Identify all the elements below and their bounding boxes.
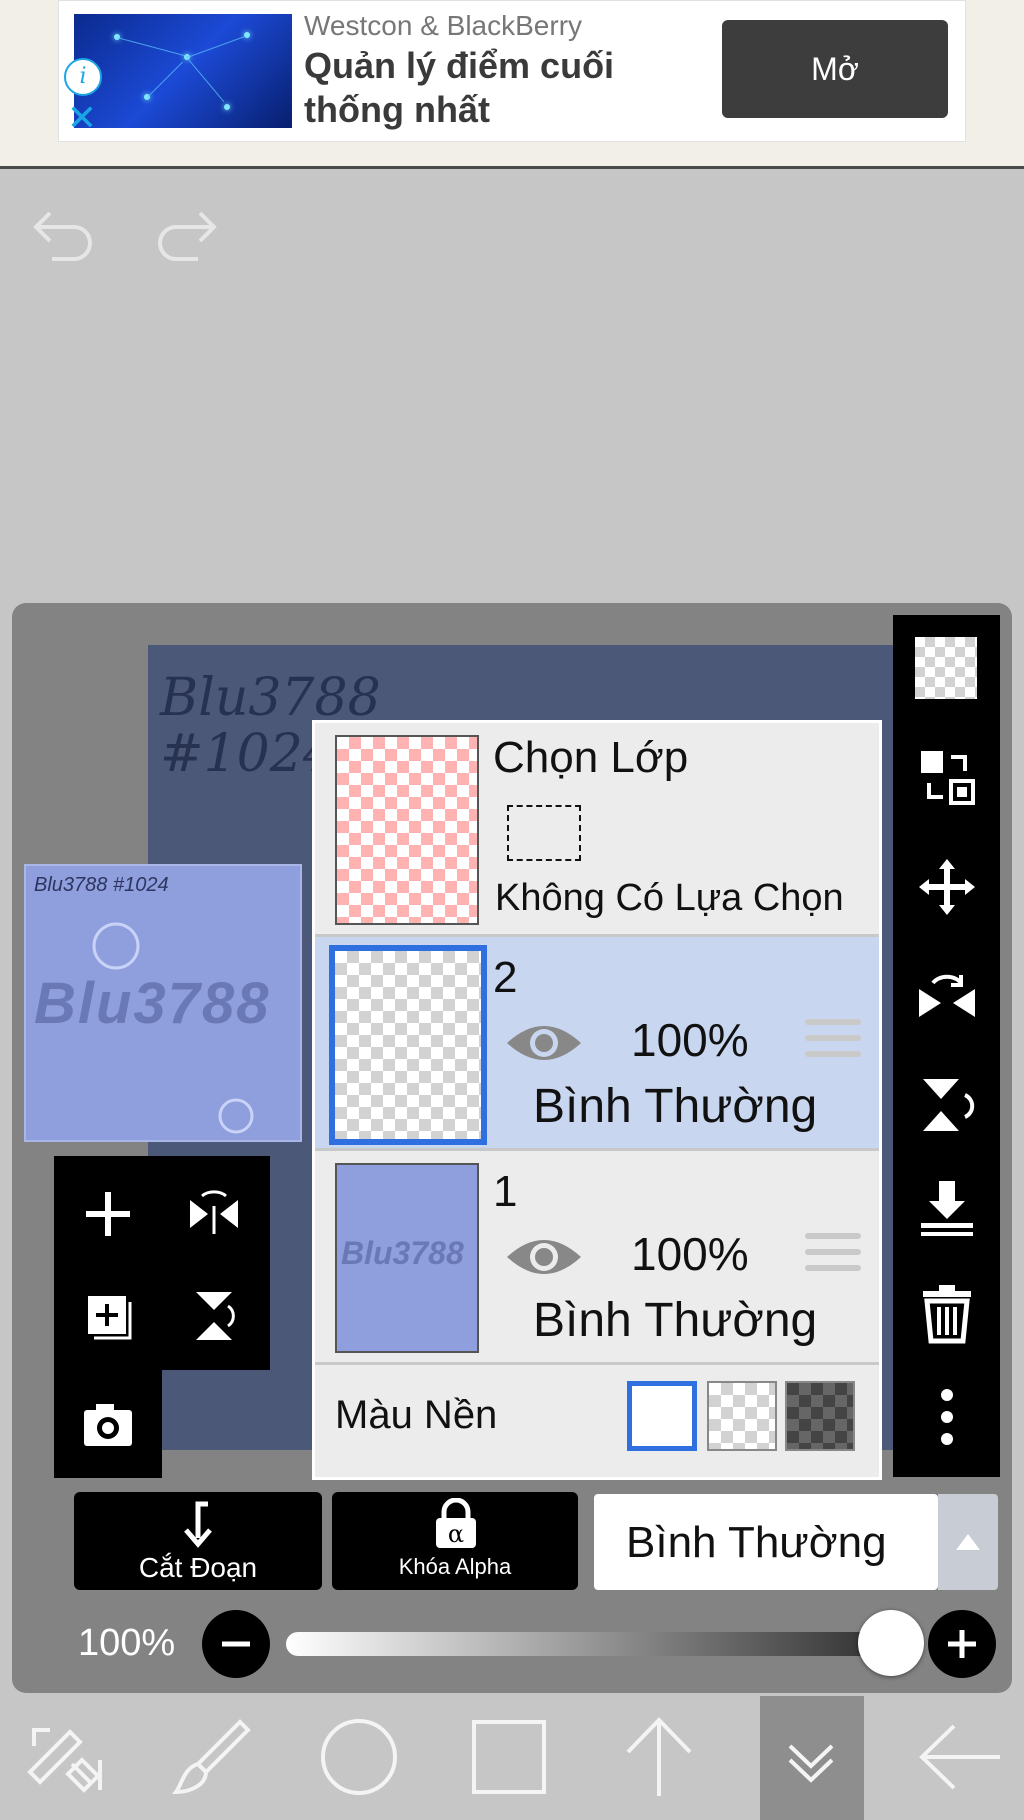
double-chevron-down-icon[interactable] (766, 1712, 856, 1802)
add-copy-layer-icon[interactable] (78, 1286, 138, 1346)
selection-layer-title: Chọn Lớp (493, 733, 689, 782)
opacity-slider[interactable] (286, 1632, 914, 1656)
blend-mode-value: Bình Thường (626, 1518, 887, 1567)
back-arrow-icon[interactable] (914, 1712, 1004, 1802)
layer-name: 1 (493, 1167, 518, 1216)
clipping-button[interactable]: Cắt Đoạn (74, 1492, 322, 1590)
ad-open-button[interactable]: Mở (722, 20, 948, 118)
ad-headline[interactable]: Quản lý điểm cuối thống nhất (304, 44, 684, 132)
preview-small-text: Blu3788 #1024 (34, 874, 169, 896)
background-color-label: Màu Nền (335, 1393, 498, 1437)
layer-blend-mode: Bình Thường (533, 1294, 818, 1347)
merge-down-icon[interactable] (915, 1175, 979, 1239)
drag-handle-icon[interactable] (805, 1233, 861, 1279)
background-white-swatch[interactable] (627, 1381, 697, 1451)
layer-list: Chọn Lớp Không Có Lựa Chọn 2 100% Bình T… (312, 720, 882, 1480)
layer-thumbnail (329, 945, 487, 1145)
layer-blend-mode: Bình Thường (533, 1080, 818, 1133)
layer-row[interactable]: Blu3788 1 100% Bình Thường (315, 1151, 879, 1365)
ellipse-tool-icon[interactable] (314, 1712, 404, 1802)
ad-advertiser: Westcon & BlackBerry (304, 10, 583, 41)
brush-icon[interactable] (168, 1712, 258, 1802)
flip-horizontal-icon[interactable] (915, 965, 979, 1029)
plus-icon (948, 1630, 976, 1658)
flip-horizontal-icon[interactable] (184, 1184, 244, 1244)
background-color-row: Màu Nền (315, 1365, 879, 1477)
alpha-lock-button[interactable]: α Khóa Alpha (332, 1492, 578, 1590)
canvas-handwriting-line1: Blu3788 (160, 668, 381, 728)
layer-opacity: 100% (631, 1228, 749, 1280)
chevron-up-icon (956, 1534, 980, 1550)
selection-layer-row[interactable]: Chọn Lớp Không Có Lựa Chọn (315, 723, 879, 937)
layer-thumbnail-text: Blu3788 (341, 1235, 464, 1271)
camera-tool-panel (54, 1370, 162, 1478)
visibility-eye-icon[interactable] (505, 1017, 583, 1069)
clipping-arrow-icon (184, 1501, 212, 1548)
minus-icon (222, 1641, 250, 1647)
alpha-lock-label: Khóa Alpha (398, 1554, 512, 1579)
right-toolbar (893, 615, 1000, 1477)
selection-layer-thumbnail (335, 735, 479, 925)
layer-thumbnail: Blu3788 (335, 1163, 479, 1353)
more-options-icon[interactable] (915, 1385, 979, 1449)
transform-tool-icon[interactable] (20, 1712, 110, 1802)
opacity-decrease-button[interactable] (202, 1610, 270, 1678)
opacity-value: 100% (78, 1622, 176, 1664)
redo-icon[interactable] (154, 205, 220, 261)
blend-mode-dropdown-button[interactable] (938, 1494, 998, 1590)
svg-text:α: α (448, 1520, 464, 1548)
canvas-preview-thumbnail[interactable]: Blu3788 #1024 Blu3788 (24, 864, 302, 1142)
swap-layer-icon[interactable] (915, 745, 979, 809)
selection-marquee-icon (507, 805, 581, 861)
flip-vertical-icon[interactable] (915, 1073, 979, 1137)
layer-name: 2 (493, 953, 518, 1002)
lock-icon: α (436, 1498, 476, 1548)
background-transparent-swatch[interactable] (707, 1381, 777, 1451)
preview-big-text: Blu3788 (34, 971, 271, 1036)
selection-layer-status: Không Có Lựa Chọn (495, 877, 844, 919)
delete-icon[interactable] (915, 1281, 979, 1345)
arrow-up-icon[interactable] (614, 1712, 704, 1802)
clipping-label: Cắt Đoạn (138, 1552, 258, 1583)
close-icon[interactable]: ✕ (62, 100, 102, 136)
circle-decoration-icon (92, 922, 140, 970)
layer-actions-panel (54, 1156, 270, 1370)
info-icon[interactable]: i (64, 58, 102, 96)
opacity-slider-thumb[interactable] (858, 1610, 924, 1676)
opacity-increase-button[interactable] (928, 1610, 996, 1678)
add-layer-icon[interactable] (78, 1184, 138, 1244)
flip-vertical-icon[interactable] (184, 1286, 244, 1346)
rectangle-tool-icon[interactable] (464, 1712, 554, 1802)
drag-handle-icon[interactable] (805, 1019, 861, 1065)
ad-image[interactable] (74, 14, 292, 128)
blend-mode-select[interactable]: Bình Thường (594, 1494, 938, 1590)
transparency-icon[interactable] (915, 637, 977, 699)
layer-row[interactable]: 2 100% Bình Thường (315, 937, 879, 1151)
circle-decoration-icon (218, 1098, 254, 1134)
visibility-eye-icon[interactable] (505, 1231, 583, 1283)
camera-icon[interactable] (78, 1394, 138, 1454)
layer-opacity: 100% (631, 1014, 749, 1066)
move-icon[interactable] (915, 855, 979, 919)
undo-icon[interactable] (30, 205, 96, 261)
background-dark-swatch[interactable] (785, 1381, 855, 1451)
